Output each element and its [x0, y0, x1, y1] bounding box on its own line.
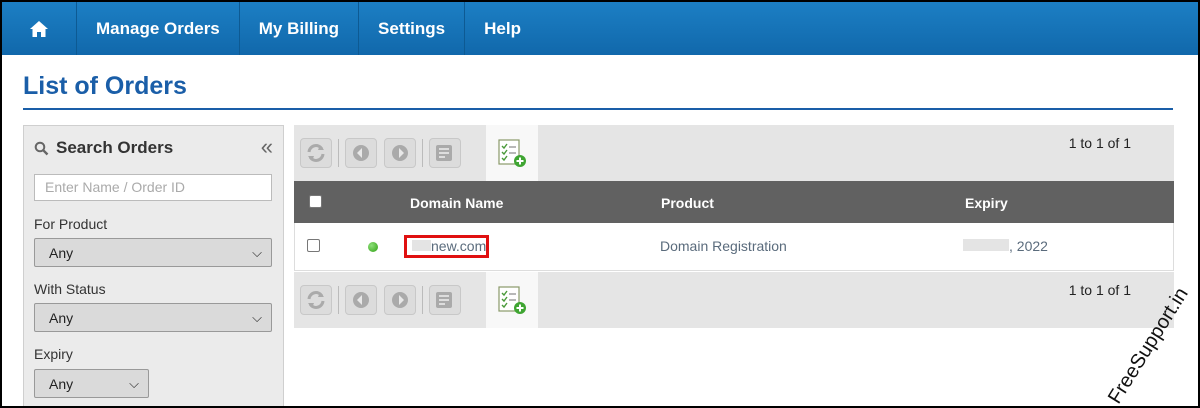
- refresh-button[interactable]: [300, 285, 332, 315]
- chevron-down-icon: ⌵: [129, 376, 139, 391]
- toolbar-separator: [338, 286, 339, 314]
- title-divider: [23, 108, 1173, 110]
- expiry-value: , 2022: [1009, 238, 1048, 254]
- redacted-text: [963, 239, 1009, 251]
- product-filter-value: Any: [49, 245, 74, 261]
- add-order-button[interactable]: [486, 125, 538, 181]
- status-filter-select[interactable]: Any ⌵: [34, 303, 272, 332]
- column-product: Product: [661, 195, 714, 211]
- table-header: Domain Name Product Expiry: [294, 181, 1174, 223]
- page-title: List of Orders: [23, 72, 187, 100]
- nav-help[interactable]: Help: [465, 2, 540, 55]
- unsuspend-icon: [392, 145, 408, 161]
- edit-list-button[interactable]: [429, 285, 461, 315]
- pagination-info: 1 to 1 of 1: [1068, 135, 1131, 151]
- toolbar-separator: [422, 286, 423, 314]
- add-order-icon: [498, 286, 526, 314]
- row-checkbox[interactable]: [307, 239, 320, 252]
- product-cell: Domain Registration: [660, 238, 787, 254]
- suspend-icon: [353, 292, 369, 308]
- expiry-filter-select[interactable]: Any ⌵: [34, 369, 149, 398]
- edit-list-icon: [436, 145, 452, 161]
- status-filter-label: With Status: [34, 281, 106, 297]
- product-filter-label: For Product: [34, 216, 108, 232]
- search-sidebar: Search Orders « Enter Name / Order ID Fo…: [23, 125, 284, 406]
- refresh-icon: [307, 144, 325, 162]
- home-button[interactable]: [2, 2, 77, 55]
- unsuspend-button[interactable]: [384, 138, 416, 168]
- suspend-button[interactable]: [345, 138, 377, 168]
- top-nav: Manage Orders My Billing Settings Help: [2, 2, 1198, 55]
- toolbar-separator: [422, 139, 423, 167]
- table-row[interactable]: new.com Domain Registration , 2022: [294, 223, 1174, 271]
- nav-my-billing[interactable]: My Billing: [240, 2, 360, 55]
- chevron-down-icon: ⌵: [252, 310, 262, 325]
- redacted-text: [412, 240, 431, 251]
- chevron-down-icon: ⌵: [252, 245, 262, 260]
- pagination-info: 1 to 1 of 1: [1068, 282, 1131, 298]
- nav-settings[interactable]: Settings: [359, 2, 466, 55]
- status-active-icon: [368, 242, 378, 252]
- refresh-icon: [307, 291, 325, 309]
- orders-toolbar-top: 1 to 1 of 1: [294, 125, 1174, 181]
- unsuspend-button[interactable]: [384, 285, 416, 315]
- search-header: Search Orders: [34, 138, 173, 158]
- expiry-cell: , 2022: [963, 238, 1048, 254]
- refresh-button[interactable]: [300, 138, 332, 168]
- status-filter-value: Any: [49, 310, 74, 326]
- suspend-icon: [353, 145, 369, 161]
- product-filter-select[interactable]: Any ⌵: [34, 238, 272, 267]
- orders-toolbar-bottom: 1 to 1 of 1: [294, 272, 1174, 328]
- column-expiry: Expiry: [965, 195, 1008, 211]
- suspend-button[interactable]: [345, 285, 377, 315]
- add-order-icon: [498, 139, 526, 167]
- unsuspend-icon: [392, 292, 408, 308]
- collapse-sidebar-icon[interactable]: «: [261, 134, 273, 160]
- orders-table: Domain Name Product Expiry new.com Domai…: [294, 181, 1174, 271]
- nav-manage-orders[interactable]: Manage Orders: [77, 2, 240, 55]
- expiry-filter-value: Any: [49, 376, 74, 392]
- add-order-button[interactable]: [486, 272, 538, 328]
- expiry-filter-label: Expiry: [34, 346, 73, 362]
- edit-list-button[interactable]: [429, 138, 461, 168]
- select-all-checkbox[interactable]: [309, 195, 322, 208]
- domain-name-cell[interactable]: new.com: [412, 238, 486, 254]
- edit-list-icon: [436, 292, 452, 308]
- domain-name-link[interactable]: new.com: [431, 238, 486, 254]
- column-domain-name: Domain Name: [410, 195, 504, 211]
- toolbar-separator: [338, 139, 339, 167]
- home-icon: [30, 20, 48, 37]
- search-icon: [34, 141, 49, 155]
- search-input[interactable]: Enter Name / Order ID: [34, 174, 272, 201]
- search-title: Search Orders: [56, 138, 174, 157]
- app-frame: Manage Orders My Billing Settings Help L…: [2, 2, 1198, 406]
